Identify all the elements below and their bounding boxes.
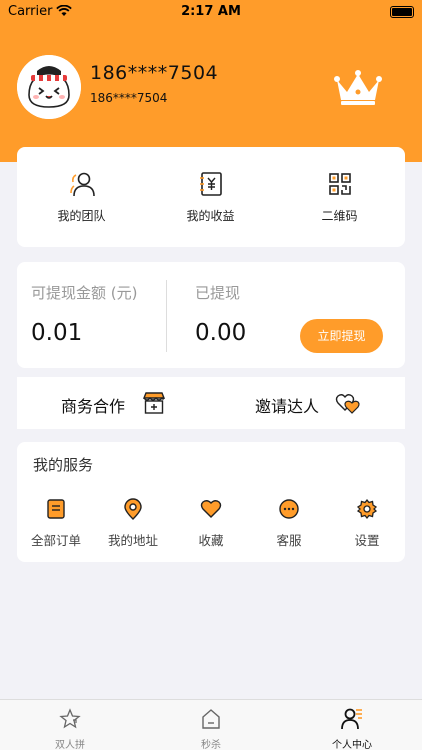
tab-flash-sale[interactable]: 秒杀	[141, 700, 281, 750]
my-earnings-label: 我的收益	[186, 209, 235, 223]
customer-service-icon	[279, 499, 299, 519]
avatar[interactable]	[17, 55, 81, 119]
service-customer-service[interactable]: 客服	[250, 496, 328, 552]
crown-icon[interactable]	[333, 70, 383, 106]
service-my-address[interactable]: 我的地址	[94, 496, 172, 552]
favorite-icon	[200, 500, 222, 518]
status-time: 2:17 AM	[181, 4, 241, 19]
qr-code-label: 二维码	[321, 209, 358, 223]
hearts-icon	[335, 394, 360, 414]
invite-talent-button[interactable]: 邀请达人	[211, 377, 405, 429]
withdraw-button[interactable]: 立即提现	[300, 319, 383, 353]
address-icon	[124, 498, 142, 520]
withdrawable-amount: 0.01	[31, 320, 83, 346]
service-label: 收藏	[198, 533, 224, 548]
my-team-button[interactable]: 我的团队	[17, 147, 146, 247]
service-all-orders[interactable]: 全部订单	[17, 496, 95, 552]
settings-icon	[356, 498, 378, 520]
services-title: 我的服务	[33, 456, 94, 474]
business-bar: 商务合作 邀请达人	[17, 377, 405, 429]
phone-number: 186****7504	[90, 91, 168, 105]
my-team-label: 我的团队	[57, 209, 106, 223]
username: 186****7504	[90, 62, 219, 84]
profile-header: Carrier 2:17 AM 186****7504 186****7504	[0, 0, 422, 162]
qr-code-button[interactable]: 二维码	[275, 147, 404, 247]
qr-code-icon	[328, 173, 351, 195]
tab-bar: 双人拼 秒杀 个人中心	[0, 699, 422, 750]
status-bar: Carrier 2:17 AM	[0, 0, 422, 24]
wallet-card: 可提现金额 (元) 0.01 已提现 0.00 立即提现	[17, 262, 405, 368]
group-buy-icon	[59, 708, 81, 729]
my-earnings-button[interactable]: 我的收益	[146, 147, 275, 247]
team-icon	[69, 172, 95, 197]
shop-icon	[142, 392, 166, 414]
tab-group-buy[interactable]: 双人拼	[0, 700, 140, 750]
business-cooperation-button[interactable]: 商务合作	[17, 377, 211, 429]
business-cooperation-label: 商务合作	[61, 397, 126, 416]
withdrawable-label: 可提现金额 (元)	[31, 284, 138, 302]
avatar-image	[17, 55, 81, 119]
services-card: 我的服务 全部订单 我的地址 收藏 客服 设置	[17, 442, 405, 562]
withdrawn-label: 已提现	[195, 284, 241, 302]
orders-icon	[47, 499, 65, 519]
invite-talent-label: 邀请达人	[255, 397, 320, 416]
withdrawn-amount: 0.00	[195, 320, 247, 346]
quick-actions-card: 我的团队 我的收益 二维码	[17, 147, 405, 247]
tab-label: 双人拼	[55, 740, 85, 750]
earnings-icon	[199, 172, 222, 196]
tab-label: 秒杀	[201, 740, 221, 750]
service-settings[interactable]: 设置	[328, 496, 406, 552]
service-favorites[interactable]: 收藏	[172, 496, 250, 552]
tab-profile[interactable]: 个人中心	[282, 700, 422, 750]
profile-icon	[341, 708, 362, 730]
battery-icon	[390, 6, 414, 18]
service-label: 客服	[276, 533, 302, 548]
service-label: 设置	[354, 533, 380, 548]
wallet-divider	[166, 280, 167, 352]
tab-label: 个人中心	[332, 740, 372, 750]
flash-sale-icon	[202, 709, 220, 729]
service-label: 我的地址	[107, 533, 158, 548]
service-label: 全部订单	[30, 533, 81, 548]
